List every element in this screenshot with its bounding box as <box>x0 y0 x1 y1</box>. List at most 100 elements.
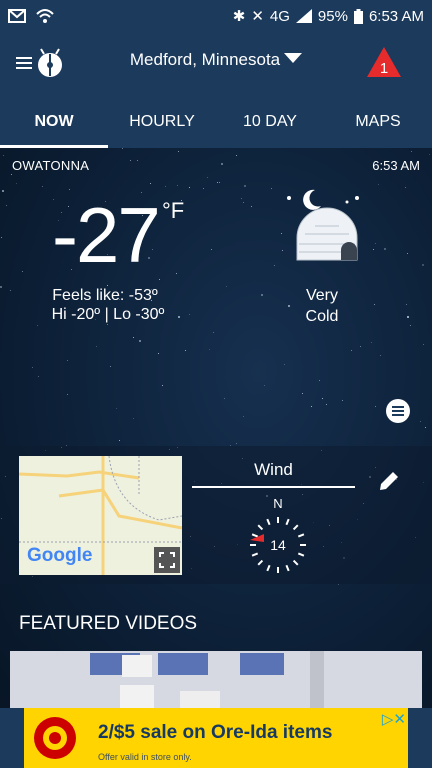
compass-tick <box>257 524 264 531</box>
tab-now[interactable]: NOW <box>0 92 108 148</box>
star <box>319 380 320 381</box>
ad-choices-icon[interactable]: ▷✕ <box>382 710 406 728</box>
star <box>159 279 160 280</box>
wind-divider <box>192 486 355 488</box>
ad-content[interactable]: 2/$5 sale on Ore-Ida items Offer valid i… <box>24 708 408 768</box>
wifi-icon <box>36 9 54 23</box>
star <box>22 271 23 272</box>
star <box>213 332 214 333</box>
star <box>429 154 430 155</box>
compass-tick <box>251 533 259 538</box>
condition-text: Very Cold <box>262 285 382 327</box>
compass-tick <box>251 552 259 557</box>
compass-tick <box>266 564 271 572</box>
star <box>2 190 4 192</box>
star <box>375 243 376 244</box>
star <box>107 324 108 325</box>
observation-time: 6:53 AM <box>372 158 420 173</box>
layers-icon[interactable] <box>386 399 410 423</box>
video-frame <box>10 651 422 708</box>
station-name: OWATONNA <box>12 158 90 173</box>
star <box>158 353 159 354</box>
mail-icon <box>8 9 26 23</box>
star <box>241 198 242 199</box>
star <box>243 416 244 417</box>
tab-hourly[interactable]: HOURLY <box>108 92 216 148</box>
network-type: 4G <box>269 7 290 25</box>
fullscreen-icon[interactable] <box>154 547 180 573</box>
igloo-moon-icon <box>287 189 359 261</box>
battery-icon <box>353 8 363 24</box>
star <box>236 443 237 444</box>
wind-compass: N 14 <box>250 498 306 573</box>
star <box>150 183 151 184</box>
star <box>133 418 134 419</box>
star <box>177 185 178 186</box>
compass-tick <box>266 518 271 526</box>
star <box>133 337 134 338</box>
google-logo: Google <box>27 545 93 566</box>
star <box>243 202 244 203</box>
app-header: Medford, Minnesota 1 <box>0 32 432 92</box>
star <box>3 155 4 156</box>
star <box>38 376 39 377</box>
star <box>411 151 412 152</box>
star <box>178 151 179 152</box>
battery-percent: 95% <box>317 7 348 25</box>
star <box>423 344 424 345</box>
clock: 6:53 AM <box>368 7 424 25</box>
signal-icon <box>295 9 312 23</box>
status-bar: ✱ ✕ 4G 95% 6:53 AM <box>0 0 432 32</box>
location-name: Medford, Minnesota <box>129 50 281 69</box>
star <box>360 346 361 347</box>
star <box>137 160 138 161</box>
temperature-unit: °F <box>162 198 185 223</box>
video-thumbnail[interactable] <box>10 651 422 708</box>
dropdown-caret-icon <box>284 53 303 63</box>
star <box>122 148 123 149</box>
star <box>139 340 141 342</box>
feels-like: Feels like: -53º <box>52 287 158 304</box>
star <box>407 253 408 254</box>
alert-icon[interactable]: 1 <box>366 46 402 78</box>
map-thumbnail[interactable]: Google <box>19 456 182 575</box>
star <box>226 286 227 287</box>
compass-tick <box>257 559 264 566</box>
condition-line-1: Very <box>305 287 338 304</box>
star <box>37 325 38 326</box>
star <box>221 163 223 165</box>
star <box>211 249 212 250</box>
star <box>302 393 303 394</box>
tab-maps[interactable]: MAPS <box>324 92 432 148</box>
edit-pencil-icon[interactable] <box>376 468 402 494</box>
star <box>119 440 120 441</box>
star <box>425 427 426 428</box>
star <box>217 182 218 183</box>
star <box>422 264 424 266</box>
star <box>378 184 379 185</box>
star <box>282 250 283 251</box>
compass-tick <box>292 524 299 531</box>
weather-background: OWATONNA 6:53 AM -27 °F Feels like: -53º… <box>0 148 432 708</box>
ad-subtext: Offer valid in store only. <box>98 752 192 762</box>
star <box>380 355 381 356</box>
compass-tick <box>285 518 290 526</box>
compass-tick <box>285 564 290 572</box>
tab-10-day[interactable]: 10 DAY <box>216 92 324 148</box>
star <box>224 398 225 399</box>
star <box>251 206 252 207</box>
star <box>110 366 111 367</box>
alert-count: 1 <box>380 60 388 77</box>
star <box>322 398 323 399</box>
star <box>281 233 282 234</box>
star <box>32 367 33 368</box>
star <box>351 350 352 351</box>
star <box>373 249 374 250</box>
ad-headline: 2/$5 sale on Ore-Ida items <box>98 722 333 743</box>
star <box>406 304 407 305</box>
compass-tick <box>292 559 299 566</box>
star <box>207 177 208 178</box>
wind-label: Wind <box>254 460 293 479</box>
ad-banner[interactable]: 2/$5 sale on Ore-Ida items Offer valid i… <box>0 708 432 768</box>
star <box>176 273 177 274</box>
